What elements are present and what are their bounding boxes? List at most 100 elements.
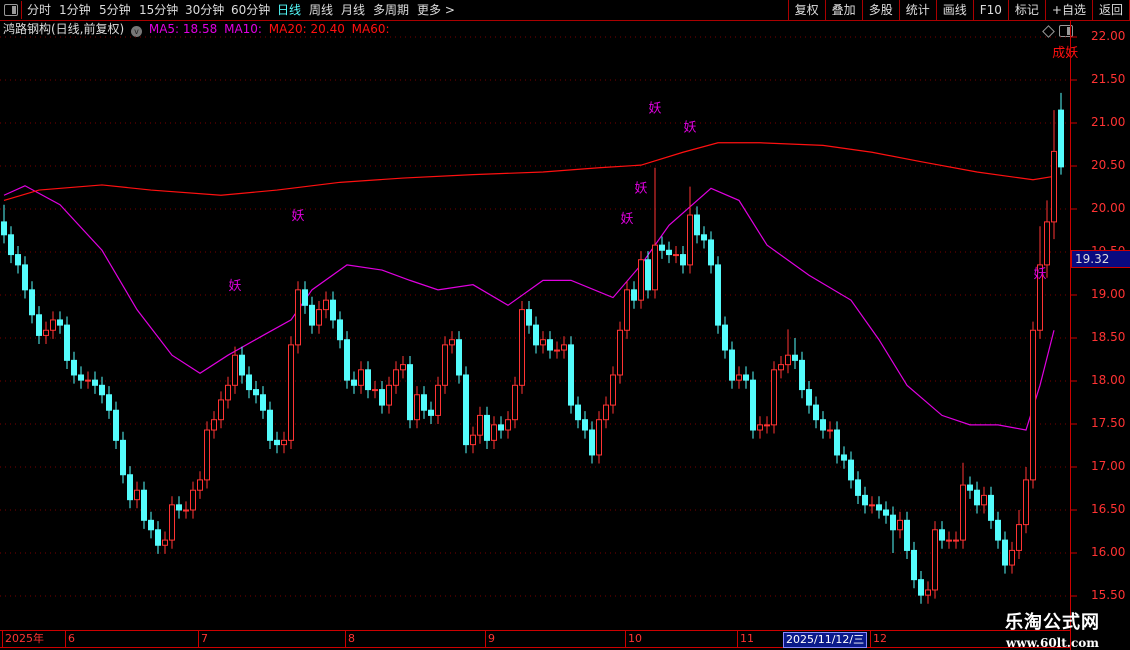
candle-up <box>1051 150 1057 223</box>
candlestick-chart[interactable]: 妖妖 妖妖妖妖妖成妖 <box>0 0 1130 650</box>
price-tick-label: 21.00 <box>1091 115 1126 129</box>
candle-up <box>652 244 658 291</box>
candle-down <box>330 299 336 321</box>
candle-down <box>1002 539 1008 566</box>
candle-up <box>960 484 966 541</box>
price-tick-label: 18.50 <box>1091 330 1126 344</box>
price-tick-label: 18.00 <box>1091 373 1126 387</box>
price-tick-label: 22.00 <box>1091 29 1126 43</box>
candle-down <box>302 289 308 306</box>
candle-up <box>519 309 525 386</box>
candle-up <box>673 254 679 257</box>
candle-down <box>407 364 413 421</box>
candle-down <box>365 369 371 391</box>
signal-annotation: 妖 <box>683 121 696 136</box>
candle-down <box>876 504 882 511</box>
candle-down <box>99 384 105 396</box>
candle-up <box>400 364 406 371</box>
candle-down <box>421 394 427 411</box>
candle-down <box>1058 109 1064 168</box>
candle-down <box>911 549 917 581</box>
candle-up <box>477 414 483 436</box>
price-tick-label: 17.50 <box>1091 416 1126 430</box>
candle-up <box>449 339 455 346</box>
candle-down <box>176 504 182 511</box>
candle-down <box>547 339 553 351</box>
candle-down <box>855 479 861 496</box>
date-axis-label: 10 <box>625 631 642 647</box>
signal-annotation: 妖 <box>648 102 661 117</box>
candle-up <box>225 384 231 401</box>
date-axis-label: 11 <box>737 631 754 647</box>
candle-down <box>1 221 7 236</box>
date-axis-label: 2025年 <box>2 631 44 647</box>
candle-up <box>687 214 693 266</box>
candle-up <box>946 539 952 542</box>
candle-up <box>281 439 287 446</box>
candle-down <box>694 214 700 236</box>
date-axis-label: 6 <box>65 631 75 647</box>
candle-up <box>218 399 224 421</box>
candle-up <box>757 424 763 431</box>
candle-down <box>155 529 161 546</box>
price-tick-label: 19.00 <box>1091 287 1126 301</box>
candle-down <box>666 249 672 256</box>
candle-down <box>57 319 63 326</box>
candle-up <box>932 529 938 591</box>
watermark-line2: www.60lt.com <box>1006 636 1099 650</box>
candle-up <box>785 354 791 366</box>
candle-down <box>120 439 126 476</box>
candle-up <box>561 344 567 351</box>
signal-annotation: 妖 <box>228 279 241 294</box>
candle-up <box>190 489 196 511</box>
price-tick-label: 16.50 <box>1091 502 1126 516</box>
candle-up <box>50 319 56 331</box>
candle-down <box>904 519 910 551</box>
candle-down <box>239 354 245 376</box>
candle-down <box>799 359 805 391</box>
candle-down <box>715 264 721 326</box>
candle-up <box>1030 329 1036 481</box>
candle-down <box>344 339 350 381</box>
candle-up <box>505 419 511 431</box>
price-tick-label: 20.00 <box>1091 201 1126 215</box>
price-tick-label: 15.50 <box>1091 588 1126 602</box>
candle-down <box>309 304 315 326</box>
candle-up <box>981 494 987 506</box>
watermark-line1: 乐淘公式网 <box>1005 612 1100 633</box>
candle-down <box>8 234 14 256</box>
candle-down <box>806 389 812 406</box>
candle-up <box>953 539 959 542</box>
candle-down <box>722 324 728 351</box>
selected-date-label: 2025/11/12/三 <box>783 632 868 648</box>
candle-up <box>393 369 399 386</box>
date-axis: 2025年 6 7 8 9 10 11 12 2025/11/12/三 <box>0 630 1070 648</box>
candle-up <box>197 479 203 491</box>
candle-down <box>64 324 70 361</box>
candle-down <box>974 489 980 506</box>
candle-up <box>183 509 189 512</box>
date-axis-label: 8 <box>345 631 355 647</box>
candle-up <box>771 369 777 426</box>
price-tick-label: 16.00 <box>1091 545 1126 559</box>
candle-down <box>967 484 973 491</box>
candle-down <box>729 349 735 381</box>
date-axis-label: 12 <box>870 631 887 647</box>
candle-up <box>435 384 441 416</box>
candle-down <box>456 339 462 376</box>
candle-down <box>141 489 147 521</box>
candle-down <box>22 264 28 291</box>
candle-up <box>316 309 322 326</box>
candle-down <box>29 289 35 316</box>
signal-annotation: 妖 <box>634 182 647 197</box>
candle-up <box>1023 479 1029 526</box>
candle-up <box>491 424 497 441</box>
candle-down <box>988 494 994 521</box>
candle-down <box>148 519 154 531</box>
ma-line-ma20 <box>3 142 1055 201</box>
candle-down <box>568 344 574 406</box>
candle-down <box>337 319 343 341</box>
candle-down <box>631 289 637 301</box>
candle-up <box>554 349 560 352</box>
candle-down <box>645 259 651 291</box>
